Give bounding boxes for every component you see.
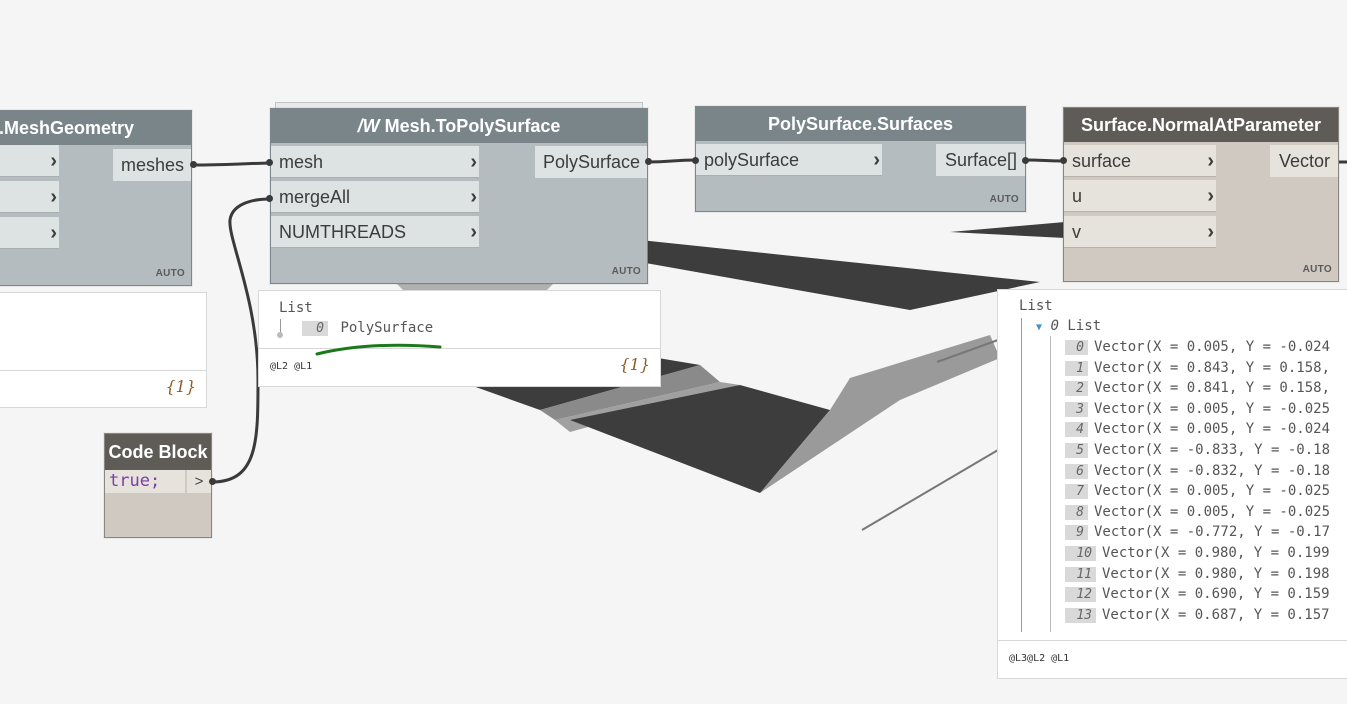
list-item[interactable]: 7 Vector(X = 0.005, Y = -0.025 xyxy=(1065,483,1331,500)
output-connector[interactable] xyxy=(1022,157,1029,164)
input-port-surface[interactable]: surface › xyxy=(1064,145,1216,177)
item-index: 13 xyxy=(1065,607,1096,623)
code-editor[interactable]: true; xyxy=(105,470,185,493)
item-value: Vector(X = 0.005, Y = -0.024 xyxy=(1094,339,1331,355)
chevron-right-icon: › xyxy=(1207,221,1214,243)
output-connector[interactable] xyxy=(209,478,216,485)
sublist-row[interactable]: ▼ 0 List xyxy=(1036,318,1101,334)
item-value: Vector(X = -0.833, Y = -0.18 xyxy=(1094,442,1331,458)
node-title: Surface.NormalAtParameter xyxy=(1064,108,1338,142)
input-port-v[interactable]: v › xyxy=(1064,216,1216,248)
item-index: 12 xyxy=(1065,587,1096,603)
port-label: polySurface xyxy=(704,150,800,170)
output-port[interactable]: > xyxy=(187,470,211,493)
list-item[interactable]: 6 Vector(X = -0.832, Y = -0.18 xyxy=(1065,463,1330,479)
item-index: 8 xyxy=(1065,504,1088,520)
list-item[interactable]: 3 Vector(X = 0.005, Y = -0.025 xyxy=(1065,401,1330,417)
list-item[interactable]: 0 Vector(X = 0.005, Y = -0.024 xyxy=(1065,339,1330,355)
item-value: Vector(X = 0.005, Y = -0.025 xyxy=(1094,483,1331,500)
port-label: v xyxy=(1072,222,1081,242)
item-value: Vector(X = 0.980, Y = 0.199 xyxy=(1102,545,1330,561)
list-item[interactable]: 12 Vector(X = 0.690, Y = 0.159 xyxy=(1065,586,1330,603)
preview-footer: @L3@L2 @L1 xyxy=(998,640,1347,678)
sublist-label: List xyxy=(1067,318,1102,334)
preview-bubble-vectors: List ▼ 0 List 0 Vector(X = 0.005, Y = -0.… xyxy=(997,289,1347,679)
item-value: Vector(X = 0.841, Y = 0.158, xyxy=(1094,380,1331,397)
input-port-polysurface[interactable]: polySurface › xyxy=(696,144,882,176)
list-item[interactable]: 4 Vector(X = 0.005, Y = -0.024 xyxy=(1065,421,1331,438)
item-index: 6 xyxy=(1065,463,1088,479)
list-levels: @L3@L2 @L1 xyxy=(1009,653,1070,664)
item-index: 11 xyxy=(1065,566,1096,582)
list-item[interactable]: 13 Vector(X = 0.687, Y = 0.157 xyxy=(1065,607,1330,623)
list-item[interactable]: 9 Vector(X = -0.772, Y = -0.17 xyxy=(1065,524,1331,541)
item-index: 7 xyxy=(1065,484,1088,500)
list-item[interactable]: 10 Vector(X = 0.980, Y = 0.199 xyxy=(1065,545,1330,561)
item-index: 1 xyxy=(1065,360,1088,376)
lacing-label: AUTO xyxy=(989,194,1019,205)
port-label: surface xyxy=(1072,151,1132,171)
item-index: 9 xyxy=(1065,525,1088,541)
list-item[interactable]: 5 Vector(X = -0.833, Y = -0.18 xyxy=(1065,442,1330,458)
item-value: Vector(X = 0.005, Y = -0.024 xyxy=(1094,421,1331,438)
item-index: 0 xyxy=(1065,340,1088,355)
input-connector[interactable] xyxy=(692,157,699,164)
chevron-right-icon: › xyxy=(873,149,880,171)
chevron-right-icon: › xyxy=(1207,150,1214,172)
tree-line xyxy=(1021,318,1022,632)
list-header: List xyxy=(1019,298,1053,314)
item-index: 4 xyxy=(1065,422,1088,438)
node-surface-normal-at-parameter[interactable]: Surface.NormalAtParameter surface › u › v ›… xyxy=(1063,107,1339,282)
output-port-vector[interactable]: Vector xyxy=(1270,145,1338,177)
item-value: Vector(X = 0.690, Y = 0.159 xyxy=(1102,586,1330,603)
tree-line xyxy=(1050,336,1051,632)
list-item[interactable]: 8 Vector(X = 0.005, Y = -0.025 xyxy=(1065,504,1330,520)
item-index: 5 xyxy=(1065,443,1088,458)
item-index: 10 xyxy=(1065,546,1096,561)
item-index: 2 xyxy=(1065,381,1088,397)
list-item[interactable]: 2 Vector(X = 0.841, Y = 0.158, xyxy=(1065,380,1331,397)
lacing-label: AUTO xyxy=(1302,264,1332,275)
node-polysurface-surfaces[interactable]: PolySurface.Surfaces polySurface › Surfac… xyxy=(695,106,1026,212)
item-value: Vector(X = 0.843, Y = 0.158, xyxy=(1094,359,1331,376)
item-value: Vector(X = 0.005, Y = -0.025 xyxy=(1094,503,1331,520)
item-value: Vector(X = 0.980, Y = 0.198 xyxy=(1102,565,1330,582)
port-label: u xyxy=(1072,186,1083,206)
node-title: Code Block xyxy=(105,434,211,470)
list-item[interactable]: 11 Vector(X = 0.980, Y = 0.198 xyxy=(1065,566,1330,582)
item-value: Vector(X = -0.832, Y = -0.18 xyxy=(1094,462,1331,479)
item-index: 3 xyxy=(1065,401,1088,417)
chevron-right-icon: › xyxy=(1207,185,1214,207)
code-text: true; xyxy=(109,471,161,491)
input-connector[interactable] xyxy=(1060,157,1067,164)
sublist-index: 0 xyxy=(1050,318,1059,334)
list-item[interactable]: 1 Vector(X = 0.843, Y = 0.158, xyxy=(1065,360,1330,376)
output-port-surfaces[interactable]: Surface[] xyxy=(936,144,1025,176)
item-value: Vector(X = 0.005, Y = -0.025 xyxy=(1094,400,1331,417)
node-code-block[interactable]: Code Block true; > xyxy=(104,433,212,538)
expand-triangle-icon[interactable]: ▼ xyxy=(1036,322,1042,333)
item-value: Vector(X = -0.772, Y = -0.17 xyxy=(1094,524,1331,541)
item-value: Vector(X = 0.687, Y = 0.157 xyxy=(1102,606,1330,623)
node-title: PolySurface.Surfaces xyxy=(696,107,1025,141)
input-port-u[interactable]: u › xyxy=(1064,180,1216,212)
